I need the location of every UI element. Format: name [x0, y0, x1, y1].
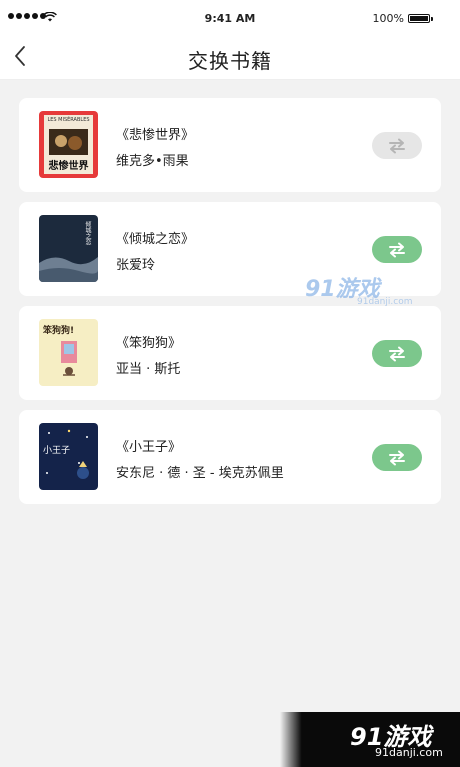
- book-title: 《笨狗狗》: [116, 336, 182, 351]
- battery-percent: 100%: [372, 12, 404, 25]
- book-card: 笨狗狗! 《笨狗狗》 亚当 · 斯托: [19, 306, 441, 400]
- book-title: 《小王子》: [116, 440, 182, 455]
- cover-subtitle: LES MISÉRABLES: [47, 117, 90, 123]
- swap-icon: [389, 346, 405, 361]
- book-cover: LES MISÉRABLES 悲惨世界: [39, 111, 98, 178]
- battery-icon: [408, 14, 433, 23]
- book-cover: 小王子: [39, 423, 98, 490]
- cover-title: 倾城之恋: [84, 221, 91, 245]
- book-author: 张爱玲: [116, 258, 156, 273]
- swap-button[interactable]: [372, 444, 422, 471]
- swap-icon: [389, 138, 405, 153]
- watermark-url: 91danji.com: [357, 297, 413, 307]
- cover-title: 笨狗狗!: [43, 326, 75, 336]
- cover-title: 小王子: [43, 446, 71, 456]
- book-title: 《悲惨世界》: [116, 128, 195, 143]
- nav-bar: 交换书籍: [0, 36, 460, 80]
- page-title: 交换书籍: [188, 49, 272, 73]
- swap-button[interactable]: [372, 236, 422, 263]
- book-cover: 倾城之恋: [39, 215, 98, 282]
- cover-title: 悲惨世界: [48, 161, 89, 172]
- book-author: 维克多•雨果: [116, 154, 189, 169]
- swap-button[interactable]: [372, 132, 422, 159]
- watermark-url: 91danji.com: [375, 746, 443, 759]
- book-author: 亚当 · 斯托: [116, 362, 181, 377]
- book-author: 安东尼 · 德 · 圣 - 埃克苏佩里: [116, 466, 284, 481]
- swap-button[interactable]: [372, 340, 422, 367]
- swap-icon: [389, 450, 405, 465]
- book-card: LES MISÉRABLES 悲惨世界 《悲惨世界》 维克多•雨果: [19, 98, 441, 192]
- status-bar: 9:41 AM 100%: [0, 0, 460, 36]
- book-cover: 笨狗狗!: [39, 319, 98, 386]
- watermark-overlay: 91游戏 91danji.com: [305, 271, 412, 311]
- watermark-banner: 91游戏 91danji.com: [280, 712, 460, 767]
- swap-icon: [389, 242, 405, 257]
- book-card: 小王子 《小王子》 安东尼 · 德 · 圣 - 埃克苏佩里: [19, 410, 441, 504]
- book-title: 《倾城之恋》: [116, 232, 195, 247]
